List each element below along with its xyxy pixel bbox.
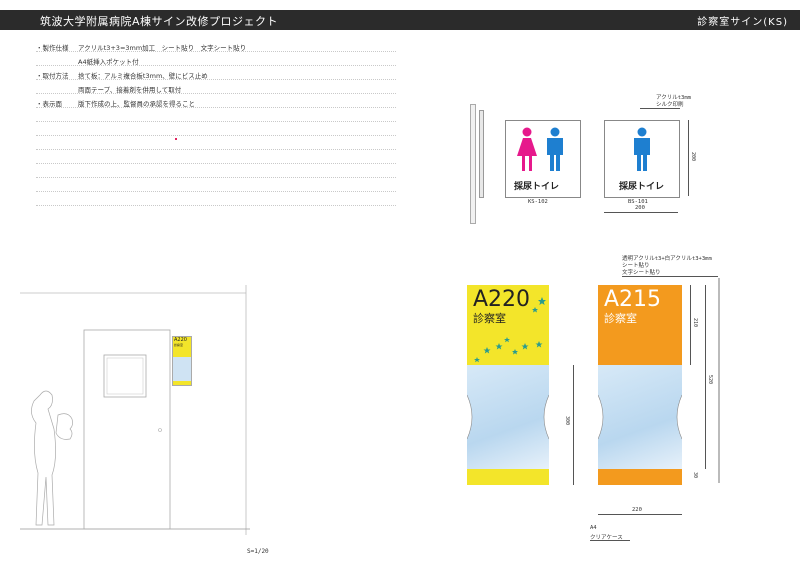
dimension-line-width (598, 514, 682, 515)
spec-list: ・製作仕様 アクリルt3+3=3mm加工 シート貼り 文字シート貼り A4紙挿入… (36, 42, 396, 112)
toilet-sign-ks102: 採尿トイレ (505, 120, 581, 198)
women-icon (517, 127, 537, 171)
dimension-line-window (573, 365, 574, 485)
sign-text: 採尿トイレ (514, 182, 560, 192)
pocket-cutout (467, 394, 549, 440)
elevation-drawing (20, 285, 250, 535)
rule-line (36, 93, 396, 94)
top-dimension: 210 (692, 318, 698, 328)
width-dimension: 200 (635, 205, 645, 211)
dimension-line-height (688, 120, 689, 196)
room-sign-a215: A215 診察室 (598, 285, 682, 485)
room-sign-a220: A220 診察室 (467, 285, 549, 485)
rule-line (36, 191, 396, 192)
pocket-size: A4 (590, 525, 597, 531)
wall-section (718, 278, 720, 483)
dimension-line-middle (705, 285, 706, 469)
dimension-line-width (604, 212, 678, 213)
room-number: A215 (604, 287, 662, 312)
rule-line (36, 65, 396, 66)
rule-line (36, 79, 396, 80)
window-dimension: 300 (564, 416, 570, 426)
wall-side-bracket (479, 110, 484, 198)
rule-line (36, 177, 396, 178)
leader-line (640, 108, 680, 109)
sign-code: KS-102 (528, 199, 548, 205)
dimension-line-top (690, 285, 691, 365)
mini-sign: A220 診察室 (172, 336, 192, 386)
sheet-subtitle: 診察室サイン(KS) (697, 17, 788, 28)
men-icon (634, 127, 650, 171)
star-pattern (474, 297, 546, 363)
project-title: 筑波大学附属病院A棟サイン改修プロジェクト (40, 15, 279, 28)
mini-room-name: 診察室 (174, 343, 184, 347)
width-dimension: 220 (632, 507, 642, 513)
leader-line (622, 276, 718, 277)
sign-number: A215 (604, 289, 661, 311)
pocket-cutout (598, 394, 682, 440)
rule-line (36, 205, 396, 206)
men-icon (547, 127, 563, 171)
rule-line (36, 51, 396, 52)
rule-line (36, 121, 396, 122)
rule-line (36, 149, 396, 150)
wall-side-edge (470, 104, 476, 224)
room-note-line3: 文字シート貼り (622, 270, 661, 276)
sign-text: 採尿トイレ (619, 182, 665, 192)
rule-line (36, 135, 396, 136)
leader-line (590, 540, 630, 541)
mini-pocket (173, 357, 191, 381)
middle-dimension: 520 (707, 375, 713, 385)
scale-label: S=1/20 (247, 548, 269, 555)
rule-line (36, 107, 396, 108)
header-bar: 筑波大学附属病院A棟サイン改修プロジェクト 診察室サイン(KS) (0, 10, 800, 30)
toilet-sign-bs101: 採尿トイレ (604, 120, 680, 198)
rule-line (36, 163, 396, 164)
red-mark (175, 138, 177, 140)
height-dimension: 200 (690, 152, 696, 162)
room-name: 診察室 (604, 312, 637, 325)
print-note: シルク印刷 (656, 102, 684, 108)
bottom-dimension: 30 (692, 472, 698, 479)
